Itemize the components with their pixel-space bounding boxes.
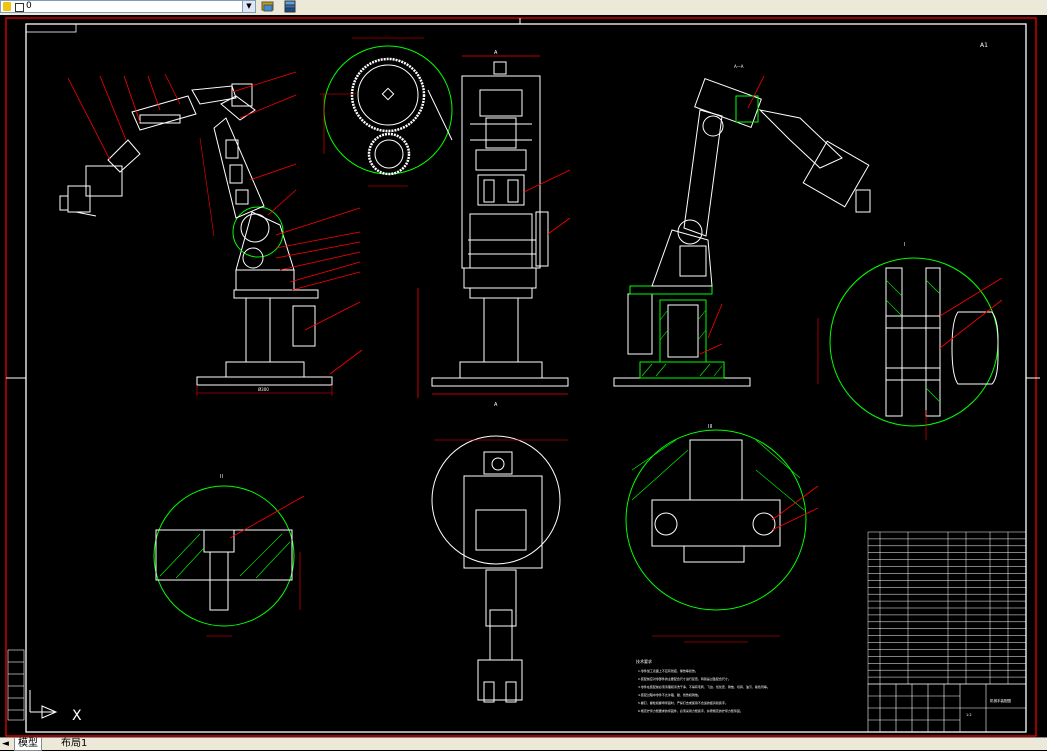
cad-drawing-area[interactable]: A1 Ø300 A A A—A I II III 技术要求 1.零件加工表面上不… <box>0 15 1047 737</box>
gear-detail <box>320 37 453 187</box>
layer-states-icon[interactable] <box>282 0 298 13</box>
ucs-x-label: X <box>72 708 82 724</box>
note-line: 1.零件加工表面上不应有划痕、擦伤等损伤。 <box>638 668 698 673</box>
title-block <box>867 683 1027 733</box>
detail-ii <box>153 485 305 637</box>
layer-match-icon[interactable] <box>260 0 276 13</box>
layer-color-swatch <box>15 3 24 12</box>
section-hatching <box>641 309 723 377</box>
detail-iii-title: III <box>708 424 712 430</box>
top-view <box>431 435 568 703</box>
assembly-drawing: A1 Ø300 A A A—A I II III 技术要求 1.零件加工表面上不… <box>5 17 1040 737</box>
front-view <box>59 83 333 386</box>
corner-mark: A1 <box>980 42 988 49</box>
note-line: 6.规定拧紧力矩要求的紧固件，必须采用力矩扳手，并按规定的拧紧力矩紧固。 <box>638 708 743 713</box>
notes-title: 技术要求 <box>636 658 652 664</box>
ucs-icon <box>29 690 58 719</box>
chevron-down-icon[interactable]: ▼ <box>242 1 255 12</box>
section-view <box>613 78 871 387</box>
detail-iii <box>625 429 819 643</box>
front-view-leaders <box>67 71 363 375</box>
lightbulb-icon[interactable] <box>3 2 11 11</box>
section-label-bottom: A <box>494 402 498 408</box>
layout-tabs: ◄ 模型 布局1 <box>0 737 1047 751</box>
layer-dropdown[interactable]: 0 ▼ <box>0 0 256 13</box>
layer-name: 0 <box>26 1 32 11</box>
section-label-top: A <box>494 50 498 56</box>
drawing-number-box <box>25 23 77 33</box>
note-line: 4.装配过程中零件不允许磕、碰、划伤和锈蚀。 <box>638 692 701 697</box>
tab-nav-arrow[interactable]: ◄ <box>2 738 9 750</box>
front-view-dims <box>196 137 333 396</box>
title-block-name: 机械手装配图 <box>990 698 1011 703</box>
tab-layout1[interactable]: 布局1 <box>58 738 90 750</box>
note-line: 5.螺钉、螺栓和螺母紧固时，严禁打击或使用不合适的旋具和扳手。 <box>638 700 728 705</box>
title-block-scale: 1:2 <box>966 713 972 717</box>
layer-toolbar: 0 ▼ <box>0 0 1047 16</box>
technical-notes: 技术要求 1.零件加工表面上不应有划痕、擦伤等损伤。 2.装配前应对零部件的主要… <box>636 658 770 713</box>
bom-table <box>867 531 1027 685</box>
section-title-aa: A—A <box>734 64 744 69</box>
detail-ii-title: II <box>220 474 223 480</box>
left-margin-marks <box>7 649 25 721</box>
side-view-leaders <box>417 55 571 398</box>
sheet-outer-border <box>5 17 1037 737</box>
base-diameter-dim: Ø300 <box>258 387 269 392</box>
detail-i-title: I <box>904 242 905 248</box>
note-line: 2.装配前应对零部件的主要配合尺寸进行复查，特别是过盈配合尺寸。 <box>638 676 731 681</box>
tab-model[interactable]: 模型 <box>14 738 42 751</box>
detail-i <box>817 257 1003 440</box>
note-line: 3.零件在装配前必须清理和清洗干净，不得有毛刺、飞边、氧化皮、锈蚀、切屑、油污、… <box>638 684 770 689</box>
